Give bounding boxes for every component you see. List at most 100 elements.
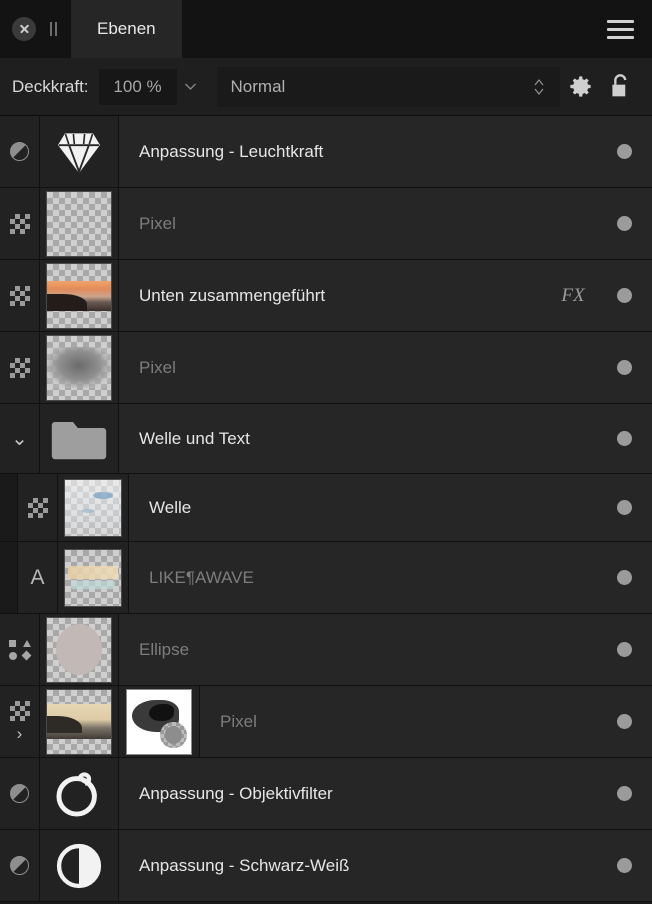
layer-mask-thumbnail bbox=[126, 688, 192, 755]
visibility-dot-icon bbox=[616, 858, 632, 873]
layer-name[interactable]: Anpassung - Objektivfilter bbox=[119, 758, 550, 829]
gear-glyph bbox=[569, 76, 591, 97]
layer-type-column[interactable]: ⌄ bbox=[0, 404, 40, 473]
layer-name[interactable]: Pixel bbox=[119, 188, 550, 259]
stepper-up-down-icon[interactable] bbox=[532, 76, 546, 98]
folder-icon bbox=[51, 421, 107, 459]
layer-name[interactable]: Welle und Text bbox=[119, 404, 550, 473]
wave-artwork bbox=[65, 479, 121, 536]
layer-type-column[interactable] bbox=[0, 614, 40, 685]
layer-row[interactable]: Welle bbox=[0, 474, 652, 542]
layer-name[interactable]: Pixel bbox=[119, 332, 550, 403]
layer-list[interactable]: Anpassung - Leuchtkraft Pixel Unten zusamm… bbox=[0, 116, 652, 904]
layer-fx-badge[interactable] bbox=[550, 758, 596, 829]
layer-thumbnail-cell[interactable] bbox=[40, 830, 119, 901]
layer-fx-badge[interactable]: FX bbox=[550, 260, 596, 331]
layer-name[interactable]: Anpassung - Leuchtkraft bbox=[119, 116, 550, 187]
layer-thumbnail-cell[interactable] bbox=[40, 260, 119, 331]
layer-indent bbox=[0, 474, 18, 541]
layer-row[interactable]: Anpassung - Objektivfilter bbox=[0, 758, 652, 830]
gear-icon[interactable] bbox=[560, 73, 600, 100]
adjustment-layer-icon bbox=[10, 856, 29, 875]
layer-row[interactable]: ⌄ Welle und Text bbox=[0, 404, 652, 474]
layer-type-column[interactable] bbox=[0, 830, 40, 901]
layer-visibility-toggle[interactable] bbox=[596, 188, 652, 259]
layer-row[interactable]: Pixel bbox=[0, 332, 652, 404]
layer-thumbnail-cell[interactable] bbox=[58, 474, 129, 541]
layer-thumbnail-cell[interactable] bbox=[58, 542, 129, 613]
layer-fx-badge[interactable] bbox=[550, 542, 596, 613]
layer-type-column[interactable] bbox=[0, 758, 40, 829]
close-icon[interactable] bbox=[12, 17, 36, 41]
layer-thumbnail-cell[interactable] bbox=[40, 614, 119, 685]
layer-visibility-toggle[interactable] bbox=[596, 542, 652, 613]
layer-thumbnail-cell[interactable] bbox=[40, 332, 119, 403]
layer-visibility-toggle[interactable] bbox=[596, 116, 652, 187]
layer-row[interactable]: Pixel bbox=[0, 188, 652, 260]
layer-row[interactable]: Anpassung - Leuchtkraft bbox=[0, 116, 652, 188]
layer-thumbnail bbox=[46, 190, 112, 257]
layer-visibility-toggle[interactable] bbox=[596, 830, 652, 901]
unlocked-padlock-icon[interactable] bbox=[600, 73, 640, 101]
layer-type-column[interactable] bbox=[0, 116, 40, 187]
stepper-glyph bbox=[534, 78, 544, 95]
expand-right-chevron-icon[interactable]: › bbox=[17, 725, 23, 742]
layer-name[interactable]: Pixel bbox=[200, 686, 550, 757]
layer-fx-badge[interactable] bbox=[550, 188, 596, 259]
sunset-artwork bbox=[47, 281, 111, 312]
layer-visibility-toggle[interactable] bbox=[596, 474, 652, 541]
layer-visibility-toggle[interactable] bbox=[596, 758, 652, 829]
visibility-dot-icon bbox=[616, 714, 632, 729]
layer-thumbnail-cell[interactable] bbox=[40, 116, 119, 187]
layer-visibility-toggle[interactable] bbox=[596, 332, 652, 403]
opacity-input[interactable]: 100 % bbox=[98, 68, 177, 105]
padlock-glyph bbox=[612, 73, 627, 96]
layer-name[interactable]: LIKE¶AWAVE bbox=[129, 542, 550, 613]
group-expand-chevron-icon[interactable]: ⌄ bbox=[11, 429, 28, 449]
layer-row[interactable]: A LIKE¶AWAVE bbox=[0, 542, 652, 614]
shape-layer-icon bbox=[8, 639, 31, 661]
adjustment-layer-icon bbox=[10, 142, 29, 161]
layer-row[interactable]: › Pixel bbox=[0, 686, 652, 758]
visibility-dot-icon bbox=[616, 786, 632, 801]
layer-type-column[interactable]: A bbox=[18, 542, 58, 613]
layer-thumbnail-cell[interactable] bbox=[40, 758, 119, 829]
layer-thumbnail-cell[interactable] bbox=[40, 686, 119, 757]
layer-visibility-toggle[interactable] bbox=[596, 614, 652, 685]
layer-row[interactable]: Unten zusammengeführt FX bbox=[0, 260, 652, 332]
layer-name[interactable]: Anpassung - Schwarz-Weiß bbox=[119, 830, 550, 901]
layer-thumbnail-cell[interactable] bbox=[40, 188, 119, 259]
text-artwork-2 bbox=[70, 580, 116, 589]
blend-mode-select[interactable]: Normal bbox=[216, 66, 560, 107]
layer-thumbnail-cell[interactable] bbox=[40, 404, 119, 473]
layer-visibility-toggle[interactable] bbox=[596, 404, 652, 473]
layer-row[interactable]: Anpassung - Schwarz-Weiß bbox=[0, 830, 652, 902]
layer-fx-badge[interactable] bbox=[550, 116, 596, 187]
layer-fx-badge[interactable] bbox=[550, 614, 596, 685]
hamburger-menu-icon[interactable] bbox=[607, 0, 652, 58]
layer-name[interactable]: Welle bbox=[129, 474, 550, 541]
layer-type-column[interactable] bbox=[0, 188, 40, 259]
visibility-dot-icon bbox=[616, 570, 632, 585]
thumbnail-artwork bbox=[65, 479, 121, 536]
layer-name[interactable]: Ellipse bbox=[119, 614, 550, 685]
layer-fx-badge[interactable] bbox=[550, 332, 596, 403]
layer-mask-cell[interactable] bbox=[119, 686, 200, 757]
layer-visibility-toggle[interactable] bbox=[596, 260, 652, 331]
layer-type-column[interactable] bbox=[0, 260, 40, 331]
layer-fx-badge[interactable] bbox=[550, 686, 596, 757]
layer-fx-badge[interactable] bbox=[550, 474, 596, 541]
layer-fx-badge[interactable] bbox=[550, 404, 596, 473]
layer-type-column[interactable] bbox=[18, 474, 58, 541]
layer-row[interactable]: Ellipse bbox=[0, 614, 652, 686]
layer-type-column[interactable]: › bbox=[0, 686, 40, 757]
layer-name[interactable]: Unten zusammengeführt bbox=[119, 260, 550, 331]
chevron-down-icon[interactable] bbox=[176, 68, 205, 105]
layer-fx-badge[interactable] bbox=[550, 830, 596, 901]
tab-ebenen[interactable]: Ebenen bbox=[71, 0, 182, 58]
layer-thumbnail bbox=[46, 406, 112, 472]
layer-thumbnail bbox=[46, 833, 112, 899]
drag-handle-icon[interactable] bbox=[50, 22, 57, 36]
layer-type-column[interactable] bbox=[0, 332, 40, 403]
layer-visibility-toggle[interactable] bbox=[596, 686, 652, 757]
